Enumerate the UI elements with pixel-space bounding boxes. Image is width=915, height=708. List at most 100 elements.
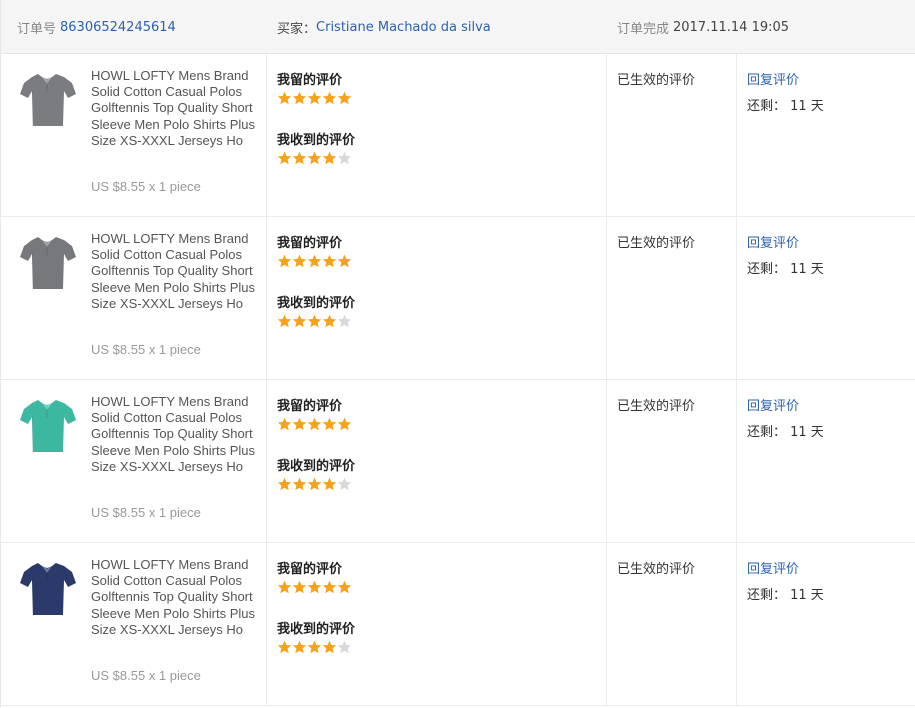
star-filled-icon [322,477,337,491]
product-cell: HOWL LOFTY Mens Brand Solid Cotton Casua… [1,217,267,379]
star-filled-icon [292,417,307,431]
received-review-label: 我收到的评价 [277,296,356,311]
received-rating-stars [277,314,352,328]
star-filled-icon [337,254,352,268]
status-cell: 已生效的评价 [607,380,737,542]
remaining-days: 还剩： 11 天 [747,588,824,603]
review-status: 已生效的评价 [617,399,696,414]
star-filled-icon [307,254,322,268]
star-filled-icon [292,640,307,654]
star-filled-icon [292,151,307,165]
star-filled-icon [337,417,352,431]
order-item-row: HOWL LOFTY Mens Brand Solid Cotton Casua… [1,543,915,706]
my-rating-stars [277,254,352,268]
star-filled-icon [292,91,307,105]
star-filled-icon [292,254,307,268]
my-rating-stars [277,91,352,105]
reply-review-link[interactable]: 回复评价 [747,395,799,414]
polo-shirt-icon [20,237,76,289]
product-thumbnail[interactable] [18,394,76,456]
status-cell: 已生效的评价 [607,54,737,216]
product-cell: HOWL LOFTY Mens Brand Solid Cotton Casua… [1,54,267,216]
my-review-label: 我留的评价 [277,399,343,414]
star-filled-icon [337,580,352,594]
star-filled-icon [277,580,292,594]
completion-time-label: 订单完成 [617,21,670,37]
star-filled-icon [307,314,322,328]
star-filled-icon [292,314,307,328]
review-cell: 我留的评价 我收到的评价 [267,54,607,216]
star-filled-icon [307,640,322,654]
order-item-row: HOWL LOFTY Mens Brand Solid Cotton Casua… [1,380,915,543]
my-rating-stars [277,417,352,431]
review-status: 已生效的评价 [617,73,696,88]
star-filled-icon [277,417,292,431]
received-rating-stars [277,477,352,491]
remaining-days: 还剩： 11 天 [747,262,824,277]
product-thumbnail[interactable] [18,231,76,293]
product-thumbnail[interactable] [18,68,76,130]
product-title-link[interactable]: HOWL LOFTY Mens Brand Solid Cotton Casua… [91,231,263,312]
product-price: US $8.55 x 1 piece [91,342,201,357]
product-title-link[interactable]: HOWL LOFTY Mens Brand Solid Cotton Casua… [91,394,263,475]
buyer-name-link[interactable]: Cristiane Machado da silva [316,20,491,35]
order-number-cell: 订单号 86306524245614 [17,0,176,54]
product-price: US $8.55 x 1 piece [91,668,201,683]
star-filled-icon [322,640,337,654]
order-item-row: HOWL LOFTY Mens Brand Solid Cotton Casua… [1,54,915,217]
reply-review-link[interactable]: 回复评价 [747,558,799,577]
polo-shirt-icon [20,400,76,452]
star-filled-icon [307,417,322,431]
review-cell: 我留的评价 我收到的评价 [267,543,607,705]
star-filled-icon [307,91,322,105]
reply-cell: 回复评价 还剩： 11 天 [737,543,915,705]
reply-cell: 回复评价 还剩： 11 天 [737,380,915,542]
my-review-label: 我留的评价 [277,562,343,577]
received-review-label: 我收到的评价 [277,133,356,148]
status-cell: 已生效的评价 [607,543,737,705]
buyer-label: 买家： [277,21,317,37]
polo-shirt-icon [20,563,76,615]
star-filled-icon [277,151,292,165]
star-filled-icon [307,477,322,491]
order-header: 订单号 86306524245614 买家： Cristiane Machado… [1,0,915,54]
order-card: 订单号 86306524245614 买家： Cristiane Machado… [0,0,915,708]
my-review-label: 我留的评价 [277,236,343,251]
reply-review-link[interactable]: 回复评价 [747,69,799,88]
product-cell: HOWL LOFTY Mens Brand Solid Cotton Casua… [1,543,267,705]
star-filled-icon [337,91,352,105]
star-empty-icon [337,640,352,654]
star-filled-icon [292,580,307,594]
review-cell: 我留的评价 我收到的评价 [267,217,607,379]
star-filled-icon [307,580,322,594]
status-cell: 已生效的评价 [607,217,737,379]
completion-time-value: 2017.11.14 19:05 [673,19,790,35]
product-thumbnail[interactable] [18,557,76,619]
star-filled-icon [277,314,292,328]
received-rating-stars [277,640,352,654]
order-number-link[interactable]: 86306524245614 [60,20,176,35]
polo-shirt-icon [20,74,76,126]
order-item-row: HOWL LOFTY Mens Brand Solid Cotton Casua… [1,217,915,380]
star-filled-icon [307,151,322,165]
product-price: US $8.55 x 1 piece [91,179,201,194]
received-rating-stars [277,151,352,165]
star-empty-icon [337,314,352,328]
reply-review-link[interactable]: 回复评价 [747,232,799,251]
star-empty-icon [337,151,352,165]
star-filled-icon [322,314,337,328]
product-title-link[interactable]: HOWL LOFTY Mens Brand Solid Cotton Casua… [91,557,263,638]
product-title-link[interactable]: HOWL LOFTY Mens Brand Solid Cotton Casua… [91,68,263,149]
star-filled-icon [322,417,337,431]
star-filled-icon [292,477,307,491]
remaining-days: 还剩： 11 天 [747,425,824,440]
order-number-label: 订单号 [17,21,57,37]
reply-cell: 回复评价 还剩： 11 天 [737,217,915,379]
star-filled-icon [322,580,337,594]
star-filled-icon [322,91,337,105]
star-filled-icon [277,254,292,268]
my-rating-stars [277,580,352,594]
completion-time-cell: 订单完成 2017.11.14 19:05 [617,0,789,54]
remaining-days: 还剩： 11 天 [747,99,824,114]
buyer-cell: 买家： Cristiane Machado da silva [277,0,491,54]
